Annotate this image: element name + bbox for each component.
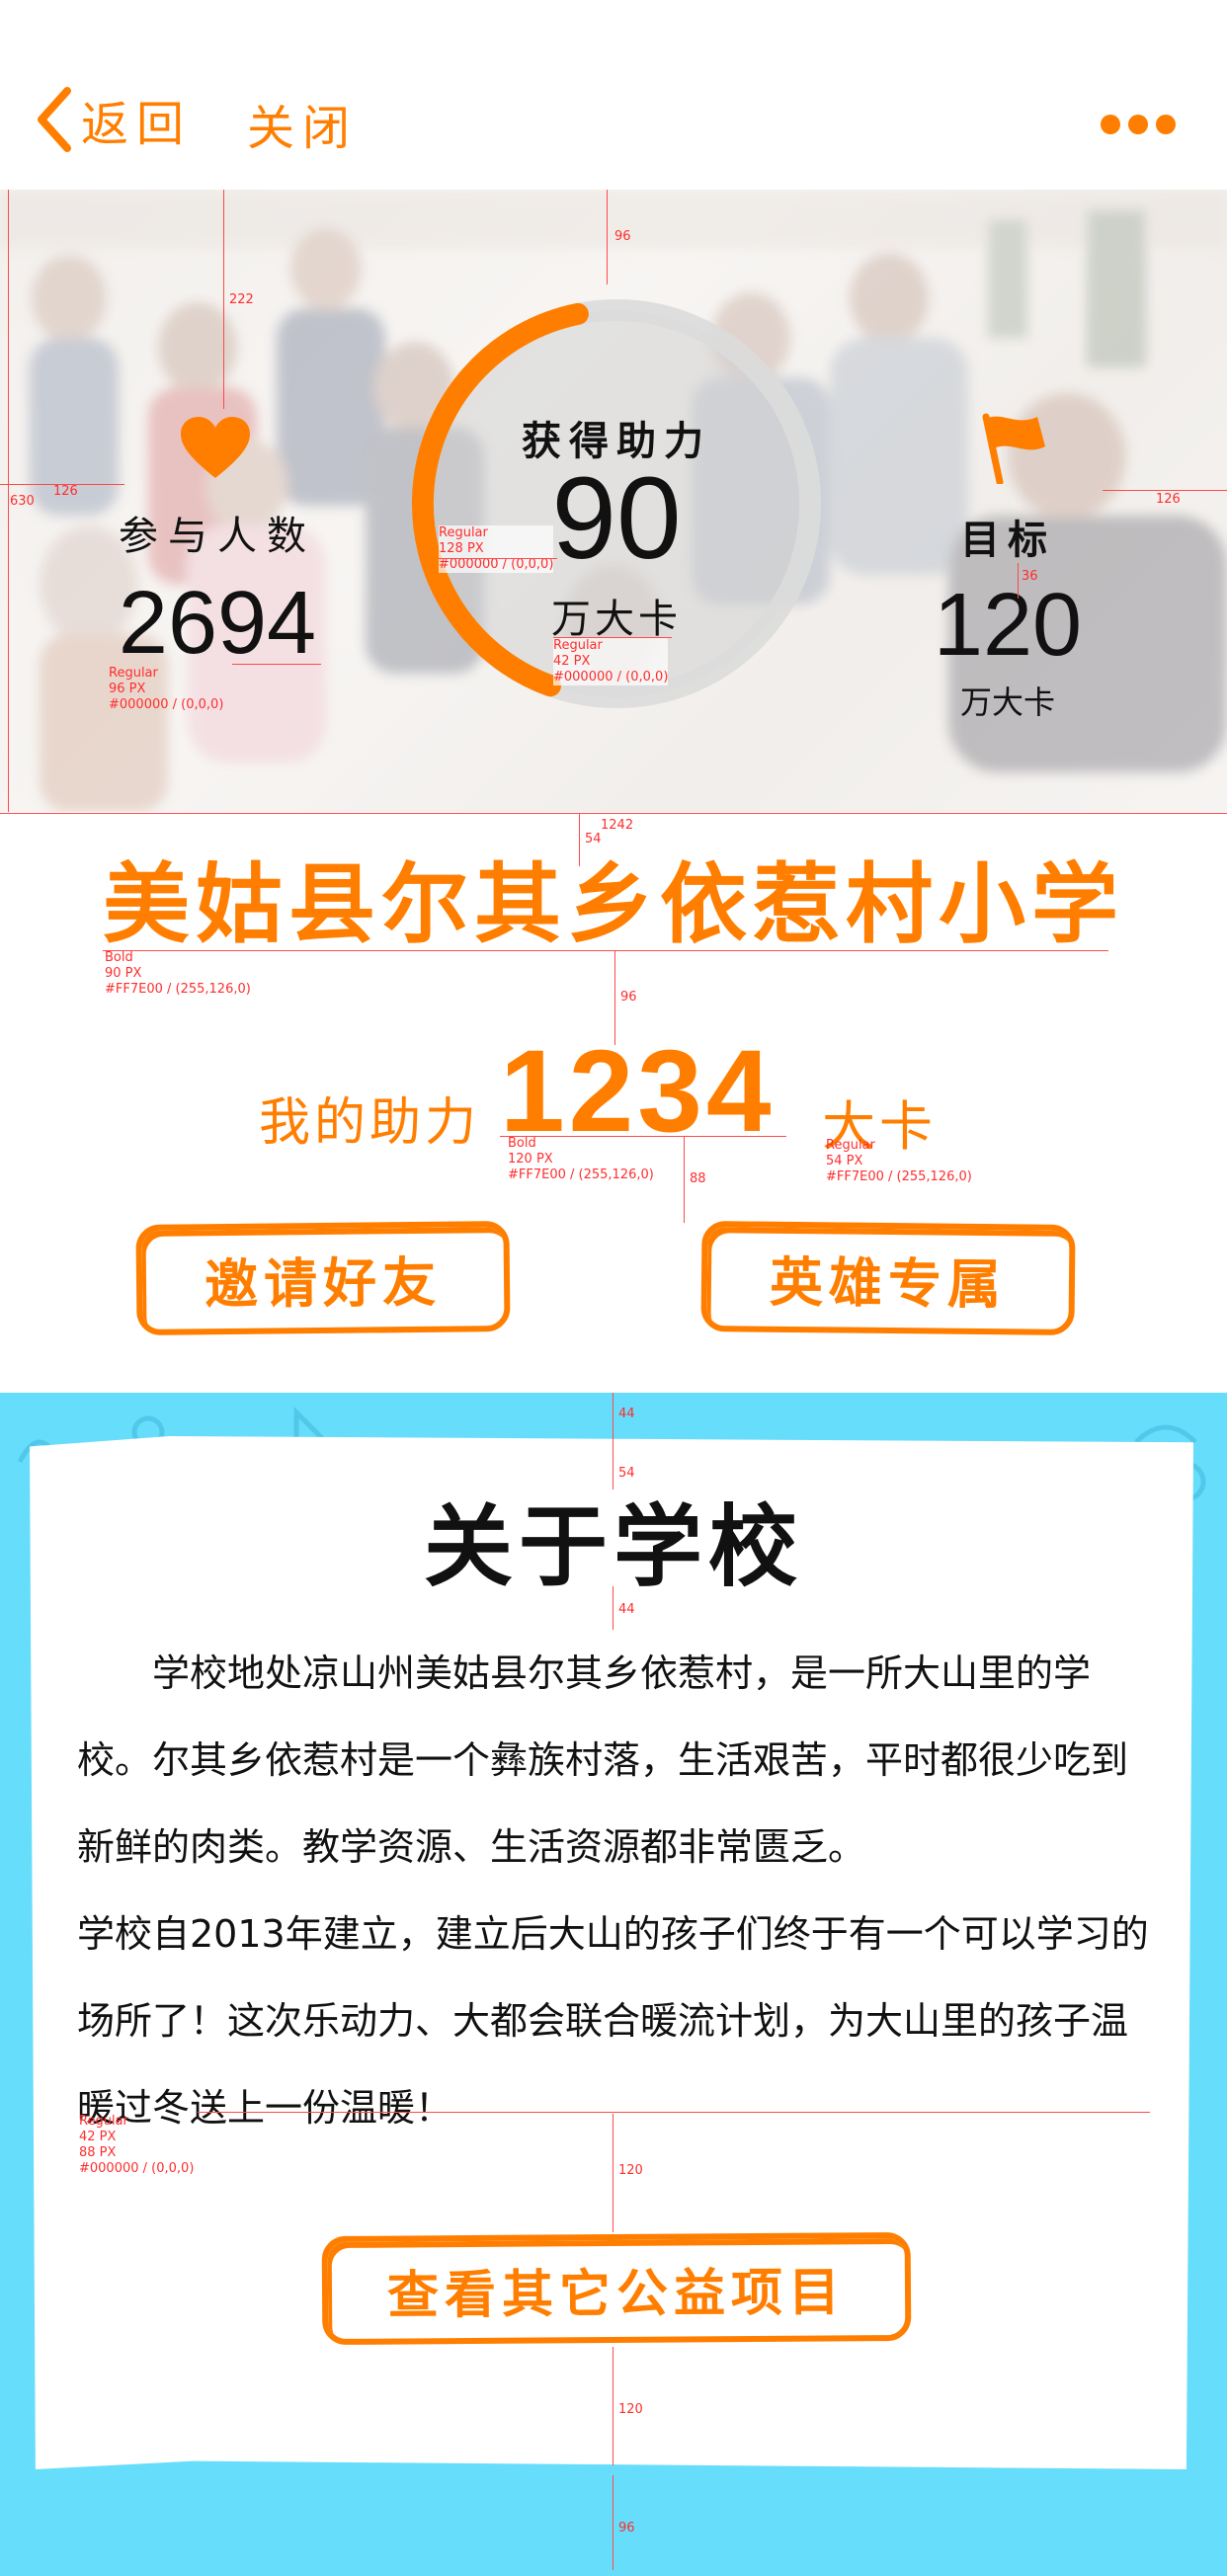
spec-note: Regular 42 PX #000000 / (0,0,0) (553, 638, 669, 685)
measure-label: 1242 (601, 818, 634, 833)
participants-label: 参与人数 (119, 514, 316, 559)
spec-note: Bold 90 PX #FF7E00 / (255,126,0) (105, 950, 251, 997)
flag-icon (982, 413, 1045, 484)
measure-label: 36 (1022, 569, 1038, 584)
back-button[interactable]: 返回 (34, 85, 192, 154)
close-button[interactable]: 关闭 (247, 89, 358, 158)
target-unit: 万大卡 (959, 684, 1055, 721)
spec-note: Regular 128 PX #000000 / (0,0,0) (439, 525, 554, 573)
spec-note: Regular 96 PX #000000 / (0,0,0) (109, 666, 224, 712)
measure-label: 54 (618, 1466, 635, 1481)
measure-label: 630 (10, 494, 35, 509)
spec-note: Regular 54 PX #FF7E00 / (255,126,0) (826, 1138, 972, 1184)
about-body: 学校地处凉山州美姑县尔其乡依惹村，是一所大山里的学校。尔其乡依惹村是一个彝族村落… (77, 1630, 1156, 2151)
target-value: 120 (933, 576, 1083, 675)
about-title: 关于学校 (424, 1495, 803, 1599)
back-label: 返回 (81, 97, 193, 152)
about-paragraph: 学校地处凉山州美姑县尔其乡依惹村，是一所大山里的学校。尔其乡依惹村是一个彝族村落… (77, 1651, 1129, 1869)
participants-value: 2694 (118, 574, 317, 673)
measure-label: 54 (585, 832, 602, 846)
measure-label: 96 (620, 990, 637, 1005)
measure-label: 44 (618, 1407, 635, 1421)
measure-label: 96 (614, 229, 631, 244)
invite-friends-button[interactable]: 邀请好友 (135, 1221, 511, 1335)
center-unit: 万大卡 (551, 597, 682, 642)
target-label: 目标 (960, 518, 1055, 563)
measure-label: 88 (690, 1171, 706, 1186)
top-bar: 返回 关闭 (0, 0, 1227, 190)
hero-banner: 参与人数 2694 获得助力 90 万大卡 目标 120 万大卡 Regular… (0, 190, 1227, 812)
hero-exclusive-button[interactable]: 英雄专属 (700, 1221, 1076, 1335)
measure-label: 120 (618, 2163, 643, 2178)
measure-label: 96 (618, 2521, 635, 2536)
measure-label: 120 (618, 2402, 643, 2417)
heart-icon (181, 417, 250, 478)
view-other-projects-button[interactable]: 查看其它公益项目 (321, 2231, 912, 2346)
spec-note: Bold 120 PX #FF7E00 / (255,126,0) (508, 1136, 654, 1182)
chevron-left-icon (38, 87, 71, 152)
measure-label: 222 (229, 292, 254, 307)
my-help-label: 我的助力 (259, 1093, 481, 1153)
measure-label: 126 (53, 484, 78, 499)
school-name: 美姑县尔其乡依惹村小学 (102, 853, 1124, 955)
measure-label: 44 (618, 1602, 635, 1617)
spec-note: Regular 42 PX 88 PX #000000 / (0,0,0) (79, 2114, 195, 2176)
more-dots-icon[interactable] (1101, 115, 1176, 134)
measure-label: 126 (1156, 492, 1181, 507)
